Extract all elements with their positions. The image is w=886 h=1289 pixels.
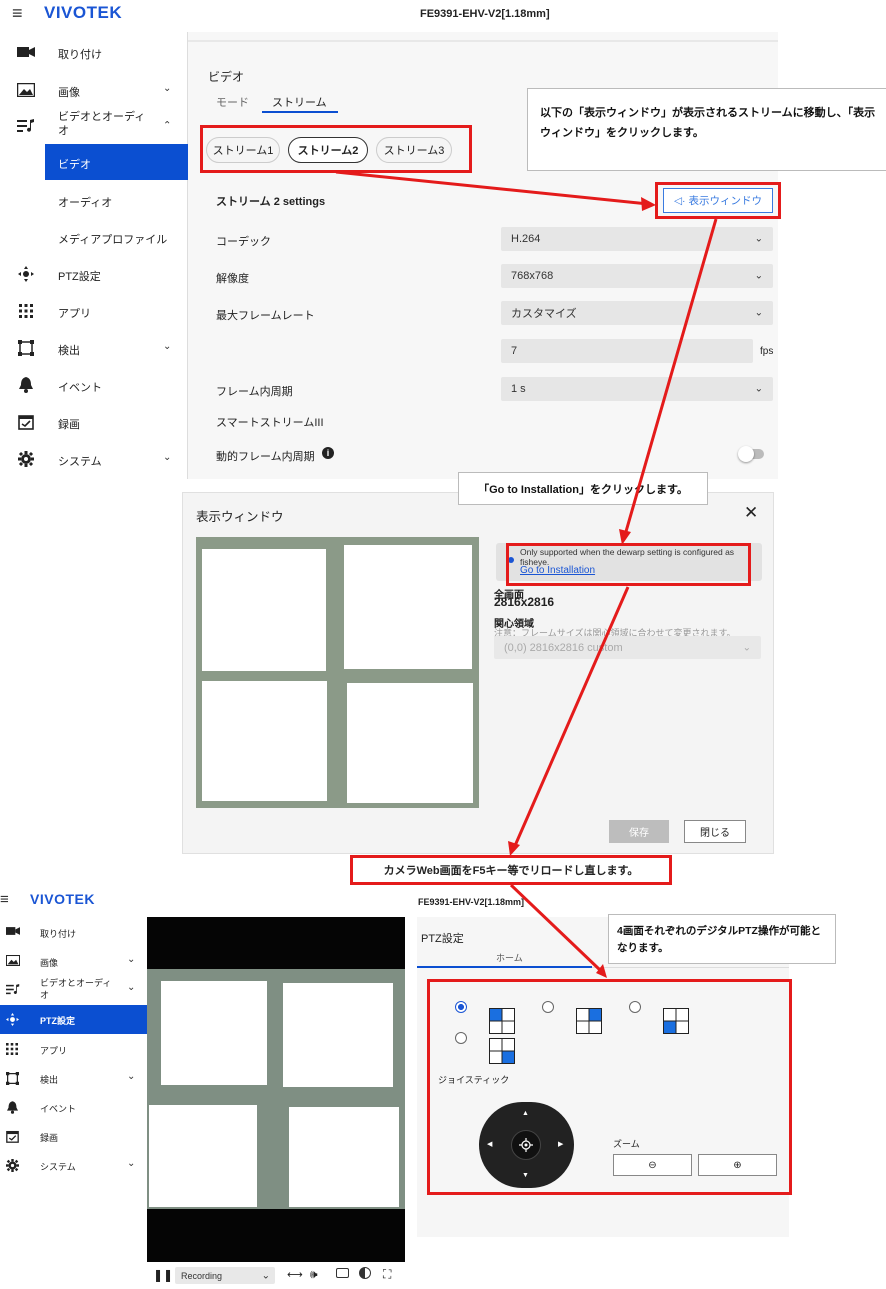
arrow-line-4 <box>509 883 602 972</box>
annotation-arrows <box>335 170 718 978</box>
arrow-line-1 <box>335 170 649 206</box>
arrow-head-3 <box>508 841 520 856</box>
arrow-head-2 <box>619 529 631 545</box>
arrow-line-3 <box>512 586 630 849</box>
arrow-head-1 <box>641 197 656 211</box>
arrow-line-2 <box>623 218 718 536</box>
